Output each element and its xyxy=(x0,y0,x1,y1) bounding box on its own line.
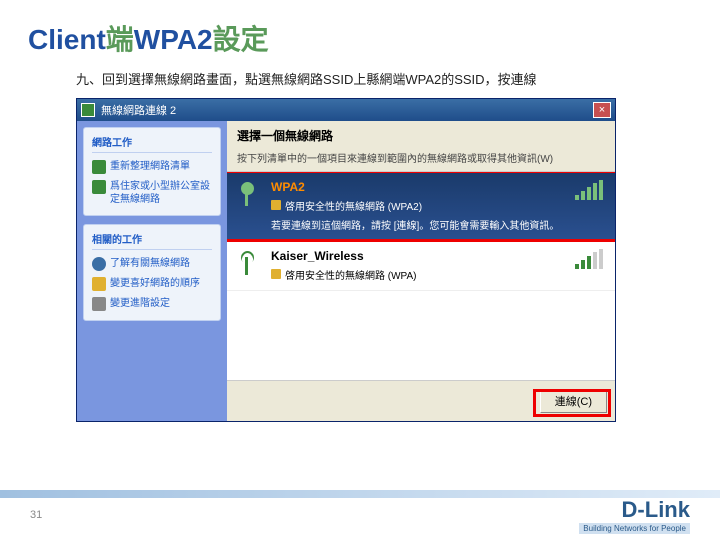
network-name: Kaiser_Wireless xyxy=(271,249,575,263)
sidebar-item-setup[interactable]: 爲住家或小型辦公室設定無線網路 xyxy=(92,177,212,209)
window-icon xyxy=(81,103,95,117)
sidebar-item-order[interactable]: 變更喜好網路的順序 xyxy=(92,274,212,294)
sidebar-panel-network-tasks: 網路工作 重新整理網路清單 爲住家或小型辦公室設定無線網路 xyxy=(83,127,221,216)
lock-icon xyxy=(271,269,281,279)
wireless-window: 無線網路連線 2 × 網路工作 重新整理網路清單 爲住家或小型辦公室設定無線網路… xyxy=(76,98,616,422)
connect-button[interactable]: 連線(C) xyxy=(540,389,607,413)
main-header: 選擇一個無線網路 按下列清單中的一個項目來連線到範圍內的無線網路或取得其他資訊(… xyxy=(227,121,615,172)
main-panel: 選擇一個無線網路 按下列清單中的一個項目來連線到範圍內的無線網路或取得其他資訊(… xyxy=(227,121,615,421)
network-item-wpa2[interactable]: WPA2 啓用安全性的無線網路 (WPA2) 若要連線到這個網路，請按 [連線]… xyxy=(227,172,615,241)
main-subtext: 按下列清單中的一個項目來連線到範圍內的無線網路或取得其他資訊(W) xyxy=(237,150,605,165)
sidebar-panel-related: 相關的工作 了解有關無線網路 變更喜好網路的順序 變更進階設定 xyxy=(83,224,221,321)
network-list: WPA2 啓用安全性的無線網路 (WPA2) 若要連線到這個網路，請按 [連線]… xyxy=(227,172,615,380)
sidebar: 網路工作 重新整理網路清單 爲住家或小型辦公室設定無線網路 相關的工作 了解有關… xyxy=(77,121,227,421)
window-titlebar[interactable]: 無線網路連線 2 × xyxy=(77,99,615,121)
info-icon xyxy=(92,257,106,271)
lock-icon xyxy=(271,200,281,210)
sidebar-item-refresh[interactable]: 重新整理網路清單 xyxy=(92,157,212,177)
slide-footer: 31 D-Link Building Networks for People xyxy=(0,490,720,540)
network-security: 啓用安全性的無線網路 (WPA2) xyxy=(271,198,575,213)
button-bar: 連線(C) xyxy=(227,380,615,421)
panel-title: 網路工作 xyxy=(92,134,212,153)
network-security: 啓用安全性的無線網路 (WPA) xyxy=(271,267,575,282)
antenna-icon xyxy=(237,180,261,210)
sidebar-item-advanced[interactable]: 變更進階設定 xyxy=(92,294,212,314)
instruction-text: 九、回到選擇無線網路畫面，點選無線網路SSID上縣網端WPA2的SSID，按連線 xyxy=(76,70,692,90)
brand-logo: D-Link Building Networks for People xyxy=(579,497,690,534)
page-number: 31 xyxy=(30,509,42,521)
network-message: 若要連線到這個網路，請按 [連線]。您可能會需要輸入其他資訊。 xyxy=(271,217,575,232)
network-name: WPA2 xyxy=(271,180,575,194)
gear-icon xyxy=(92,297,106,311)
star-icon xyxy=(92,277,106,291)
signal-icon xyxy=(575,180,605,200)
slide-title: Client端WPA2設定 xyxy=(28,18,692,58)
sidebar-item-learn[interactable]: 了解有關無線網路 xyxy=(92,254,212,274)
window-title: 無線網路連線 2 xyxy=(101,102,593,118)
antenna-icon xyxy=(237,249,261,279)
signal-icon xyxy=(575,249,605,269)
main-heading: 選擇一個無線網路 xyxy=(237,127,605,144)
close-icon[interactable]: × xyxy=(593,102,611,118)
panel-title: 相關的工作 xyxy=(92,231,212,250)
refresh-icon xyxy=(92,160,106,174)
network-item-kaiser[interactable]: Kaiser_Wireless 啓用安全性的無線網路 (WPA) xyxy=(227,241,615,291)
setup-icon xyxy=(92,180,106,194)
